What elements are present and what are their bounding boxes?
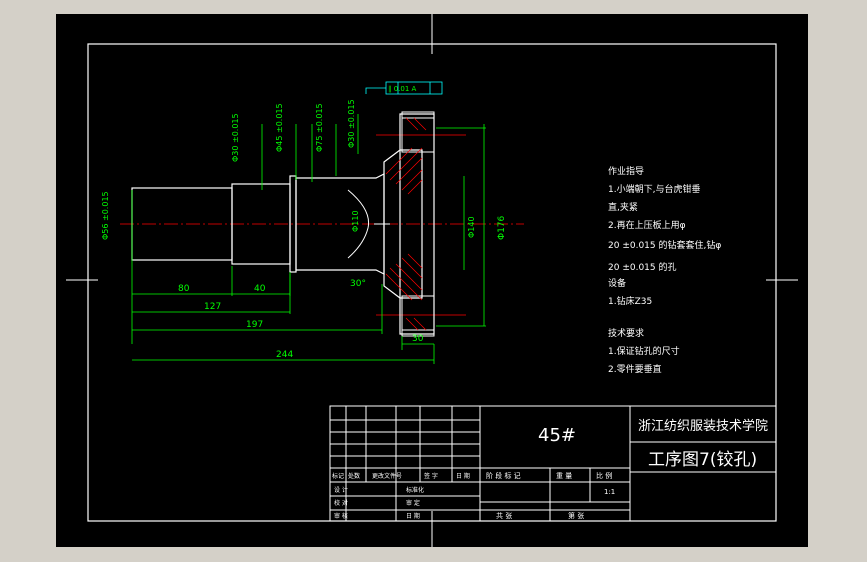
instruction-line: 20 ±0.015 的钻套套住,钻φ bbox=[608, 239, 721, 251]
dim-d75: Φ75 ±0.015 bbox=[315, 103, 324, 152]
dim-len-40: 40 bbox=[254, 284, 266, 294]
instruction-line: 1.钻床Z35 bbox=[608, 295, 652, 307]
work-instructions: 作业指导 1.小端朝下,与台虎钳垂 直,夹紧 2.再在上压板上用φ 20 ±0.… bbox=[608, 165, 721, 307]
dim-len-244: 244 bbox=[276, 350, 293, 360]
dim-len-197: 197 bbox=[246, 320, 263, 330]
requirement-line: 2.零件要垂直 bbox=[608, 363, 662, 375]
col-header-mark: 标记 bbox=[332, 472, 344, 480]
dim-len-127: 127 bbox=[204, 302, 221, 312]
drawing-svg: Φ56 ±0.015 Φ30 ±0.015 Φ45 ±0.015 Φ75 ±0.… bbox=[66, 14, 798, 547]
date-label: 日 期 bbox=[406, 512, 420, 520]
technical-requirements: 技术要求 1.保证钻孔的尺寸 2.零件要垂直 bbox=[608, 327, 680, 375]
dim-len-80: 80 bbox=[178, 284, 190, 294]
sheets-total: 共 张 bbox=[496, 511, 512, 520]
instructions-title: 作业指导 bbox=[608, 165, 644, 177]
dim-d30: Φ30 ±0.015 bbox=[231, 113, 240, 162]
drawing-name: 工序图7(铰孔) bbox=[648, 450, 757, 470]
school-name: 浙江纺织服装技术学院 bbox=[638, 418, 768, 434]
instruction-line: 设备 bbox=[608, 277, 626, 289]
scale-label: 比 例 bbox=[596, 471, 612, 480]
dim-angle: 30° bbox=[350, 279, 366, 289]
tolerance-frame: ∥ 0.01 A bbox=[388, 85, 417, 93]
scale-value: 1:1 bbox=[604, 488, 615, 496]
dim-d30-right: Φ30 ±0.015 bbox=[347, 99, 356, 148]
col-header-count: 处数 bbox=[348, 472, 360, 480]
material-label: 45# bbox=[538, 425, 576, 446]
row-label-review: 审 核 bbox=[334, 512, 348, 520]
stage-label: 阶 段 标 记 bbox=[486, 471, 521, 480]
dim-d140: Φ140 bbox=[467, 216, 476, 238]
col-header-date: 日 期 bbox=[456, 472, 470, 480]
approve-label: 审 定 bbox=[406, 499, 420, 507]
sheet-number: 第 张 bbox=[568, 511, 584, 520]
dim-d45: Φ45 ±0.015 bbox=[275, 103, 284, 152]
row-label-check: 校 对 bbox=[334, 499, 348, 507]
weight-label: 重 量 bbox=[556, 472, 572, 480]
col-header-sign: 签 字 bbox=[424, 472, 438, 480]
dim-d176: Φ176 bbox=[497, 215, 507, 240]
instruction-line: 1.小端朝下,与台虎钳垂 bbox=[608, 183, 700, 195]
dim-len-30: 30 bbox=[412, 334, 424, 344]
instruction-line: 20 ±0.015 的孔 bbox=[608, 261, 676, 273]
requirement-line: 1.保证钻孔的尺寸 bbox=[608, 345, 680, 357]
instruction-line: 2.再在上压板上用φ bbox=[608, 219, 686, 231]
dim-d110: Φ110 bbox=[351, 210, 360, 232]
dim-d56: Φ56 ±0.015 bbox=[101, 191, 110, 240]
instruction-line: 直,夹紧 bbox=[608, 201, 638, 213]
standardize-label: 标准化 bbox=[406, 486, 424, 494]
row-label-design: 设 计 bbox=[334, 486, 348, 494]
drawing-canvas: Φ56 ±0.015 Φ30 ±0.015 Φ45 ±0.015 Φ75 ±0.… bbox=[56, 14, 808, 547]
requirements-title: 技术要求 bbox=[608, 327, 644, 339]
col-header-file: 更改文件号 bbox=[372, 472, 402, 480]
